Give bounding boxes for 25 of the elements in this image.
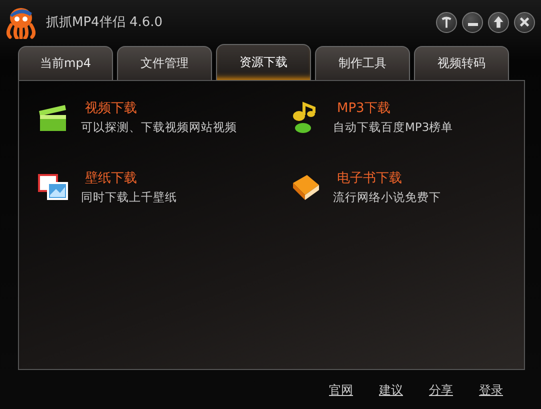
minimize-button[interactable] [462, 12, 483, 32]
maximize-button[interactable] [488, 12, 509, 32]
feature-description: 可以探测、下载视频网站视频 [81, 120, 237, 135]
close-button[interactable] [514, 12, 535, 32]
pictures-icon [37, 171, 69, 203]
footer-link[interactable]: 官网 [329, 382, 353, 399]
tab[interactable]: 资源下载 [216, 44, 311, 80]
tab[interactable]: 制作工具 [315, 46, 410, 80]
octopus-logo-icon [4, 5, 38, 39]
feature-description: 流行网络小说免费下 [333, 190, 441, 205]
footer-link[interactable]: 建议 [379, 382, 403, 399]
feature-link[interactable]: 视频下载 [81, 99, 237, 117]
footer-link[interactable]: 分享 [429, 382, 453, 399]
footer-link[interactable]: 登录 [479, 382, 503, 399]
feature-link[interactable]: 壁纸下载 [81, 169, 177, 187]
feature-link[interactable]: 电子书下载 [333, 169, 441, 187]
skin-button[interactable] [436, 12, 457, 32]
minimize-icon [468, 22, 478, 26]
feature-description: 自动下载百度MP3榜单 [333, 120, 454, 135]
feature-description: 同时下载上千壁纸 [81, 190, 177, 205]
tab[interactable]: 当前mp4 [18, 46, 113, 80]
feature-link[interactable]: MP3下载 [333, 99, 454, 117]
tab[interactable]: 文件管理 [117, 46, 212, 80]
tab[interactable]: 视频转码 [414, 46, 509, 80]
window-title: 抓抓MP4伴侣 4.6.0 [46, 14, 163, 31]
